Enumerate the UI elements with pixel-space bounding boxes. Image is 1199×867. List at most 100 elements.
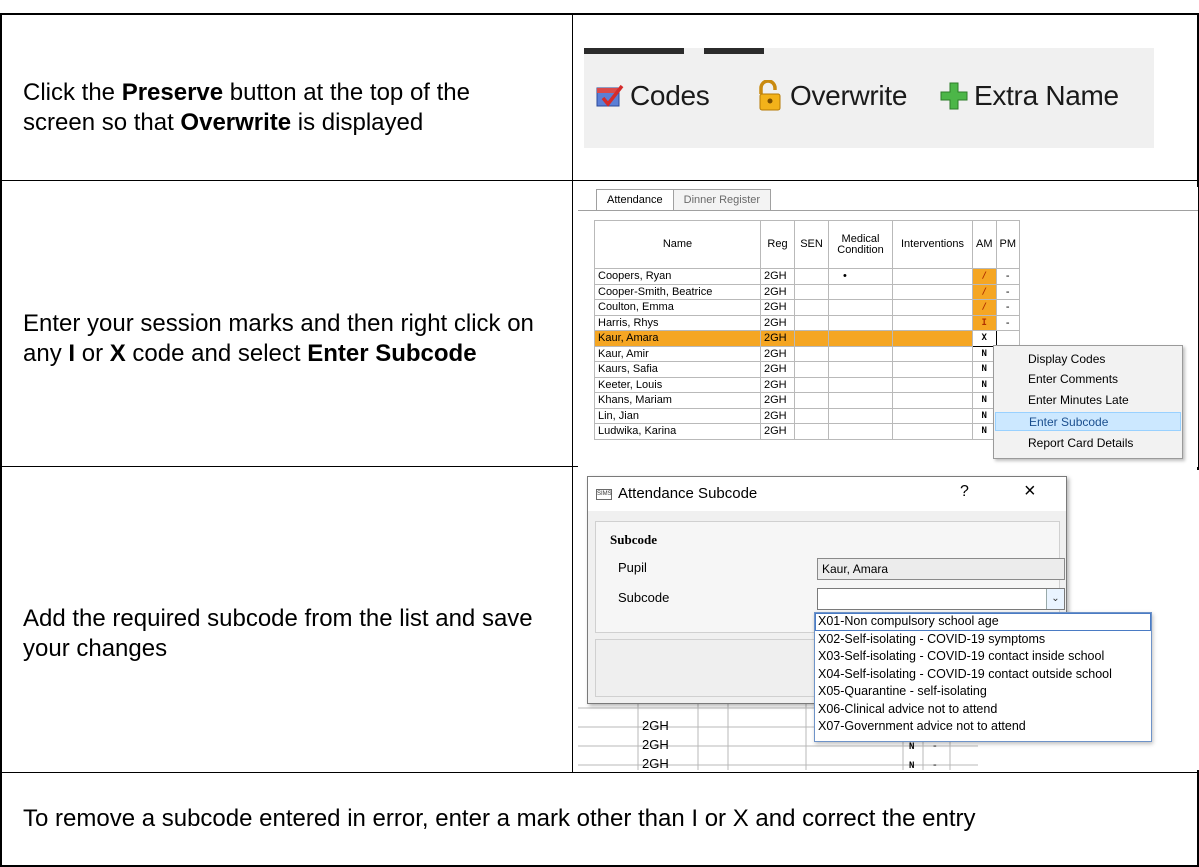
- menu-item-report-card-details[interactable]: Report Card Details: [995, 434, 1181, 453]
- step-1-instruction: Click the Preserve button at the top of …: [23, 78, 543, 138]
- x-code-keyword: X: [109, 340, 126, 367]
- extra-name-label: Extra Name: [974, 80, 1119, 111]
- subcode-dropdown[interactable]: ⌄: [817, 588, 1065, 610]
- pm-mark[interactable]: -: [995, 299, 1020, 316]
- table-row[interactable]: Kaurs, Safia 2GH N: [594, 361, 1020, 378]
- chevron-down-icon[interactable]: ⌄: [1046, 589, 1064, 609]
- table-row[interactable]: Harris, Rhys 2GH I -: [594, 314, 1020, 331]
- menu-item-enter-subcode[interactable]: Enter Subcode: [995, 412, 1181, 431]
- am-mark[interactable]: I: [972, 314, 997, 331]
- subcode-option-x05[interactable]: X05-Quarantine - self-isolating: [815, 683, 1151, 701]
- bg-reg-1: 2GH: [642, 718, 669, 733]
- overwrite-button[interactable]: Overwrite: [754, 79, 907, 112]
- student-sen: [794, 314, 829, 331]
- bg-am-2: N: [909, 761, 915, 770]
- subcode-option-x06[interactable]: X06-Clinical advice not to attend: [815, 701, 1151, 719]
- close-button[interactable]: ×: [1024, 480, 1036, 503]
- unlocked-padlock-icon: [754, 79, 786, 112]
- table-row[interactable]: Coopers, Ryan 2GH • / -: [594, 268, 1020, 285]
- step-3-instruction: Add the required subcode from the list a…: [23, 605, 533, 662]
- pupil-field: Kaur, Amara: [817, 558, 1065, 580]
- toolbar-cropped-text-2: [704, 48, 764, 54]
- step-2-instruction: Enter your session marks and then right …: [23, 309, 558, 369]
- student-sen: [794, 330, 829, 347]
- table-border-row1: [0, 180, 1199, 181]
- student-interventions: [892, 268, 973, 285]
- student-medical: [828, 345, 893, 362]
- pm-mark[interactable]: [995, 330, 1020, 347]
- step-2-text-c: code and select: [125, 340, 308, 367]
- subcode-option-x02[interactable]: X02-Self-isolating - COVID-19 symptoms: [815, 631, 1151, 649]
- pm-mark[interactable]: -: [995, 268, 1020, 285]
- subcode-option-x04[interactable]: X04-Self-isolating - COVID-19 contact ou…: [815, 666, 1151, 684]
- student-interventions: [892, 376, 973, 393]
- student-interventions: [892, 283, 973, 300]
- student-reg: 2GH: [760, 392, 795, 409]
- register-table: Name Reg SEN Medical Condition Intervent…: [594, 220, 1020, 440]
- table-row[interactable]: Ludwika, Karina2GHN-: [594, 423, 1020, 440]
- col-header-reg[interactable]: Reg: [760, 220, 795, 269]
- student-name: Lin, Jian: [594, 407, 761, 424]
- student-interventions: [892, 345, 973, 362]
- table-row[interactable]: Khans, Mariam 2GH N: [594, 392, 1020, 409]
- student-medical: [828, 423, 893, 440]
- menu-item-display-codes[interactable]: Display Codes: [995, 350, 1181, 369]
- student-reg: 2GH: [760, 330, 795, 347]
- col-header-sen[interactable]: SEN: [794, 220, 829, 269]
- subcode-option-x07[interactable]: X07-Government advice not to attend: [815, 718, 1151, 736]
- bg-pm-2: -: [933, 759, 937, 770]
- col-header-medical[interactable]: Medical Condition: [828, 220, 893, 269]
- am-mark[interactable]: X: [972, 330, 997, 347]
- am-mark[interactable]: /: [972, 268, 997, 285]
- subcode-option-x03[interactable]: X03-Self-isolating - COVID-19 contact in…: [815, 648, 1151, 666]
- table-row[interactable]: Keeter, Louis 2GH N: [594, 376, 1020, 393]
- pupil-label: Pupil: [618, 560, 647, 575]
- student-medical: [828, 330, 893, 347]
- register-tabs: Attendance Dinner Register: [596, 189, 772, 211]
- col-header-pm[interactable]: PM: [995, 220, 1020, 269]
- table-row[interactable]: Coulton, Emma 2GH / -: [594, 299, 1020, 316]
- student-medical: [828, 283, 893, 300]
- student-sen: [794, 361, 829, 378]
- student-sen: [794, 268, 829, 285]
- col-header-am[interactable]: AM: [972, 220, 997, 269]
- student-name: Coopers, Ryan: [594, 268, 761, 285]
- student-interventions: [892, 361, 973, 378]
- table-row[interactable]: Cooper-Smith, Beatrice 2GH / -: [594, 283, 1020, 300]
- student-reg: 2GH: [760, 423, 795, 440]
- subcode-dialog-screenshot: 2GH 2GH 2GH N N - - N - SIMS Attendance …: [578, 470, 1199, 770]
- tab-dinner-register[interactable]: Dinner Register: [673, 189, 772, 211]
- codes-button[interactable]: Codes: [594, 80, 710, 112]
- student-interventions: [892, 423, 973, 440]
- student-name: Cooper-Smith, Beatrice: [594, 283, 761, 300]
- menu-item-enter-minutes-late[interactable]: Enter Minutes Late: [995, 391, 1181, 410]
- menu-item-enter-comments[interactable]: Enter Comments: [995, 370, 1181, 389]
- table-row-selected[interactable]: Kaur, Amara 2GH X: [594, 330, 1020, 347]
- col-header-name[interactable]: Name: [594, 220, 761, 269]
- student-interventions: [892, 407, 973, 424]
- am-mark[interactable]: /: [972, 283, 997, 300]
- student-interventions: [892, 299, 973, 316]
- overwrite-keyword: Overwrite: [180, 109, 292, 136]
- pm-mark[interactable]: -: [995, 283, 1020, 300]
- table-row[interactable]: Kaur, Amir 2GH N: [594, 345, 1020, 362]
- subcode-dropdown-list: X01-Non compulsory school age X02-Self-i…: [814, 612, 1152, 742]
- help-button[interactable]: ?: [960, 483, 969, 501]
- enter-subcode-keyword: Enter Subcode: [307, 340, 477, 367]
- table-row[interactable]: Lin, Jian 2GH N: [594, 407, 1020, 424]
- subcode-option-x01[interactable]: X01-Non compulsory school age: [815, 613, 1151, 631]
- pm-mark[interactable]: -: [995, 314, 1020, 331]
- extra-name-button[interactable]: Extra Name: [938, 80, 1119, 112]
- student-sen: [794, 376, 829, 393]
- tab-attendance[interactable]: Attendance: [596, 189, 674, 211]
- sims-toolbar: Codes Overwrite Extra Name: [584, 48, 1154, 148]
- col-header-interventions[interactable]: Interventions: [892, 220, 973, 269]
- am-mark[interactable]: /: [972, 299, 997, 316]
- step-2-text-b: or: [75, 340, 110, 367]
- codes-label: Codes: [630, 80, 710, 111]
- student-reg: 2GH: [760, 283, 795, 300]
- student-sen: [794, 392, 829, 409]
- step-1-text-c: is displayed: [291, 109, 424, 136]
- student-medical: [828, 392, 893, 409]
- subcode-label: Subcode: [618, 590, 670, 605]
